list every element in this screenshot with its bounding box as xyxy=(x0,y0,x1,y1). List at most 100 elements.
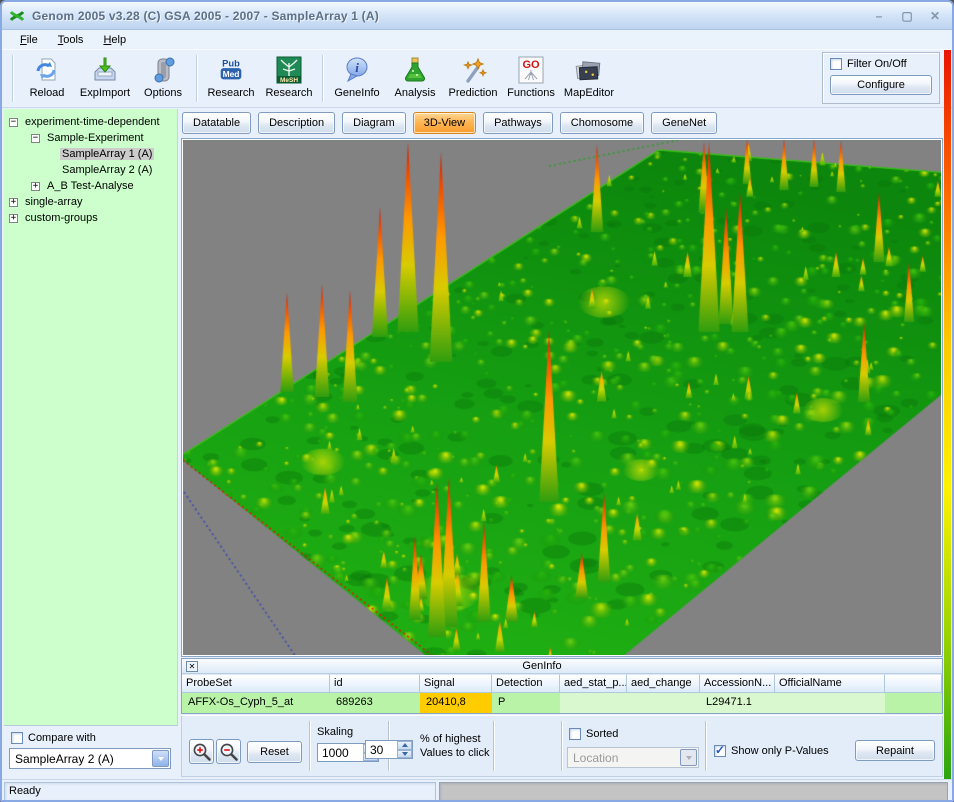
percent-spinner[interactable] xyxy=(365,740,413,759)
separator xyxy=(705,721,707,771)
toolbar-separator xyxy=(196,55,198,102)
svg-text:GO: GO xyxy=(522,59,540,71)
options-icon xyxy=(148,55,178,85)
prediction-button[interactable]: Prediction xyxy=(444,52,502,105)
collapse-icon[interactable]: − xyxy=(9,118,18,127)
menu-help[interactable]: Help xyxy=(95,32,134,48)
cell-id: 689263 xyxy=(330,693,420,713)
geneinfo-button[interactable]: i GeneInfo xyxy=(328,52,386,105)
sorted-checkbox[interactable] xyxy=(569,728,581,740)
separator xyxy=(493,721,495,771)
tab-pathways[interactable]: Pathways xyxy=(483,112,553,134)
toolbar-separator xyxy=(12,55,14,102)
col-signal[interactable]: Signal xyxy=(420,674,492,693)
expand-icon[interactable]: + xyxy=(9,198,18,207)
pubmed-research-label: Research xyxy=(207,87,254,99)
options-button[interactable]: Options xyxy=(134,52,192,105)
reset-button[interactable]: Reset xyxy=(247,741,302,763)
expand-icon[interactable]: + xyxy=(31,182,40,191)
close-button[interactable]: ✕ xyxy=(924,7,946,25)
status-message: Ready xyxy=(4,782,436,801)
cell-probeset: AFFX-Os_Cyph_5_at xyxy=(182,693,330,713)
spin-up-icon[interactable] xyxy=(397,741,412,750)
col-aed-change[interactable]: aed_change xyxy=(627,674,700,693)
compare-array-select[interactable]: SampleArray 2 (A) xyxy=(9,748,171,769)
geninfo-header-row: ProbeSet id Signal Detection aed_stat_p.… xyxy=(182,674,942,693)
pubmed-research-button[interactable]: Pub Med Research xyxy=(202,52,260,105)
prediction-label: Prediction xyxy=(449,87,498,99)
filter-label: Filter On/Off xyxy=(847,58,907,70)
tab-genenet[interactable]: GeneNet xyxy=(651,112,717,134)
col-detection[interactable]: Detection xyxy=(492,674,560,693)
cell-accession: L29471.1 xyxy=(700,693,775,713)
expimport-icon xyxy=(90,55,120,85)
close-icon[interactable]: ✕ xyxy=(186,661,198,672)
geninfo-data-row[interactable]: AFFX-Os_Cyph_5_at 689263 20410,8 P L2947… xyxy=(182,693,942,713)
spin-down-icon[interactable] xyxy=(397,750,412,759)
tree-item-experiment-time-dependent[interactable]: − experiment-time-dependent xyxy=(4,114,177,130)
reload-button[interactable]: Reload xyxy=(18,52,76,105)
show-only-pvalues-label: Show only P-Values xyxy=(731,745,829,757)
minimize-button[interactable]: – xyxy=(868,7,890,25)
analysis-button[interactable]: Analysis xyxy=(386,52,444,105)
collapse-icon[interactable]: − xyxy=(31,134,40,143)
cell-detection: P xyxy=(492,693,560,713)
col-probeset[interactable]: ProbeSet xyxy=(182,674,330,693)
geninfo-titlebar: ✕ GenInfo xyxy=(182,659,942,674)
mapeditor-button[interactable]: MapEditor xyxy=(560,52,618,105)
zoom-in-button[interactable] xyxy=(189,739,214,764)
col-officialname[interactable]: OfficialName xyxy=(775,674,885,693)
compare-with-checkbox[interactable] xyxy=(11,732,23,744)
tree-item-sample-experiment[interactable]: − Sample-Experiment xyxy=(4,130,177,146)
col-id[interactable]: id xyxy=(330,674,420,693)
tree-item-samplearray-1[interactable]: SampleArray 1 (A) xyxy=(4,146,177,162)
tab-chomosome[interactable]: Chomosome xyxy=(560,112,644,134)
dna-app-icon xyxy=(8,7,26,25)
chevron-down-icon[interactable] xyxy=(152,750,169,767)
maximize-button[interactable]: ▢ xyxy=(896,7,918,25)
skaling-label: Skaling xyxy=(317,726,353,738)
percent-label-line1: % of highest xyxy=(420,733,481,745)
tree-item-ab-test-analyse[interactable]: + A_B Test-Analyse xyxy=(4,178,177,194)
tab-diagram[interactable]: Diagram xyxy=(342,112,406,134)
expimport-button[interactable]: ExpImport xyxy=(76,52,134,105)
separator xyxy=(561,721,563,771)
tree-item-custom-groups[interactable]: + custom-groups xyxy=(4,210,177,226)
tab-3d-view[interactable]: 3D-View xyxy=(413,112,476,134)
zoom-out-icon xyxy=(218,741,240,763)
geninfo-title: GenInfo xyxy=(202,660,882,672)
repaint-button[interactable]: Repaint xyxy=(855,740,935,761)
chevron-down-icon[interactable] xyxy=(680,749,697,766)
surface-3d-view[interactable] xyxy=(183,140,941,655)
col-accession[interactable]: AccessionN... xyxy=(700,674,775,693)
expand-icon[interactable]: + xyxy=(9,214,18,223)
location-select[interactable]: Location xyxy=(567,747,699,768)
svg-text:MeSH: MeSH xyxy=(280,77,298,84)
toolbar-separator xyxy=(322,55,324,102)
compare-with-group: Compare with SampleArray 2 (A) xyxy=(4,725,178,779)
mesh-research-label: Research xyxy=(265,87,312,99)
functions-button[interactable]: GO Functions xyxy=(502,52,560,105)
tab-description[interactable]: Description xyxy=(258,112,335,134)
flask-icon xyxy=(400,55,430,85)
mesh-research-button[interactable]: MeSH Research xyxy=(260,52,318,105)
col-aed-stat-p[interactable]: aed_stat_p... xyxy=(560,674,627,693)
filter-checkbox[interactable] xyxy=(830,58,842,70)
configure-button[interactable]: Configure xyxy=(830,75,932,95)
geneinfo-label: GeneInfo xyxy=(334,87,379,99)
menu-file[interactable]: File xyxy=(12,32,46,48)
tab-datatable[interactable]: Datatable xyxy=(182,112,251,134)
separator xyxy=(309,721,311,771)
tree-item-single-array[interactable]: + single-array xyxy=(4,194,177,210)
map-stack-icon xyxy=(574,55,604,85)
pvalues-row: Show only P-Values xyxy=(714,745,829,757)
col-empty xyxy=(885,674,942,693)
magic-wand-icon xyxy=(458,55,488,85)
menu-tools[interactable]: Tools xyxy=(50,32,92,48)
progress-bar xyxy=(439,782,948,801)
go-icon: GO xyxy=(516,55,546,85)
tree-item-samplearray-2[interactable]: SampleArray 2 (A) xyxy=(4,162,177,178)
show-only-pvalues-checkbox[interactable] xyxy=(714,745,726,757)
zoom-out-button[interactable] xyxy=(216,739,241,764)
sorted-row: Sorted xyxy=(569,728,618,740)
